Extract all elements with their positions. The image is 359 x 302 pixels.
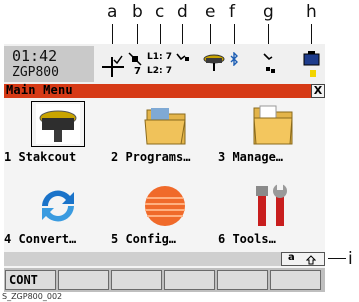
menu-label: 5 Config…: [111, 232, 177, 246]
softkey-f6[interactable]: [270, 270, 321, 290]
input-mode-box: a: [281, 252, 325, 266]
callout-d: d: [177, 2, 188, 22]
softkey-f3[interactable]: [111, 270, 162, 290]
radio-link-icon: [176, 53, 189, 61]
instrument-name: ZGP800: [12, 65, 59, 80]
convert-arrows-icon: [42, 190, 74, 222]
menu-label: 3 Manage…: [218, 150, 284, 164]
antenna-receiver-icon: [203, 54, 225, 71]
title-bar: Main Menu X: [4, 83, 325, 98]
clock-time: 01:42: [12, 47, 58, 65]
menu-item-programs[interactable]: 2 Programs…: [111, 102, 218, 182]
l1-satellites: L1: 7: [147, 52, 172, 62]
menu-label: 1 Stakcout: [4, 150, 77, 164]
figure-caption: S_ZGP800_002: [2, 292, 63, 301]
callout-b: b: [132, 2, 143, 22]
message-line: a: [4, 252, 325, 266]
softkey-f1-cont[interactable]: CONT: [5, 270, 56, 290]
softkey-bar: CONT: [4, 268, 325, 292]
position-status-icon: [102, 55, 124, 77]
callout-e: e: [205, 2, 216, 22]
data-logging-icon: [263, 53, 275, 73]
callout-c: c: [155, 2, 165, 22]
menu-item-stakeout[interactable]: 1 Stakcout: [4, 101, 111, 182]
input-mode-label: a: [288, 252, 295, 263]
satellite-count: 7: [134, 66, 141, 77]
device-screen: 01:42 ZGP800 7 L1: 7 L2: 7 Main Menu X 1…: [4, 44, 325, 292]
l2-satellites: L2: 7: [147, 66, 172, 76]
softkey-f5[interactable]: [217, 270, 268, 290]
callout-f: f: [229, 2, 235, 22]
page-title: Main Menu: [6, 83, 73, 97]
tools-icon: [256, 184, 287, 226]
close-button[interactable]: X: [311, 84, 325, 98]
menu-label: 6 Tools…: [218, 232, 276, 246]
bluetooth-icon: [230, 52, 238, 66]
softkey-f2[interactable]: [58, 270, 109, 290]
menu-item-manage[interactable]: 3 Manage…: [218, 102, 325, 182]
config-sphere-icon: [145, 186, 185, 226]
satellite-icon: [128, 52, 142, 66]
softkey-f4[interactable]: [164, 270, 215, 290]
callout-i: i: [348, 249, 353, 269]
callout-h: h: [306, 2, 317, 22]
menu-label: 4 Convert…: [4, 232, 77, 246]
menu-label: 2 Programs…: [111, 150, 191, 164]
callout-g: g: [263, 2, 274, 22]
leader-line-i: [328, 258, 346, 259]
shift-arrow-icon: [306, 255, 316, 265]
battery-icon: [303, 51, 320, 77]
folder-icon: [253, 105, 293, 145]
callout-a: a: [107, 2, 118, 22]
receiver-icon: [31, 101, 85, 147]
status-bar: 01:42 ZGP800 7 L1: 7 L2: 7: [4, 44, 325, 84]
folder-icon: [144, 108, 186, 145]
time-instrument-box: 01:42 ZGP800: [4, 46, 94, 82]
